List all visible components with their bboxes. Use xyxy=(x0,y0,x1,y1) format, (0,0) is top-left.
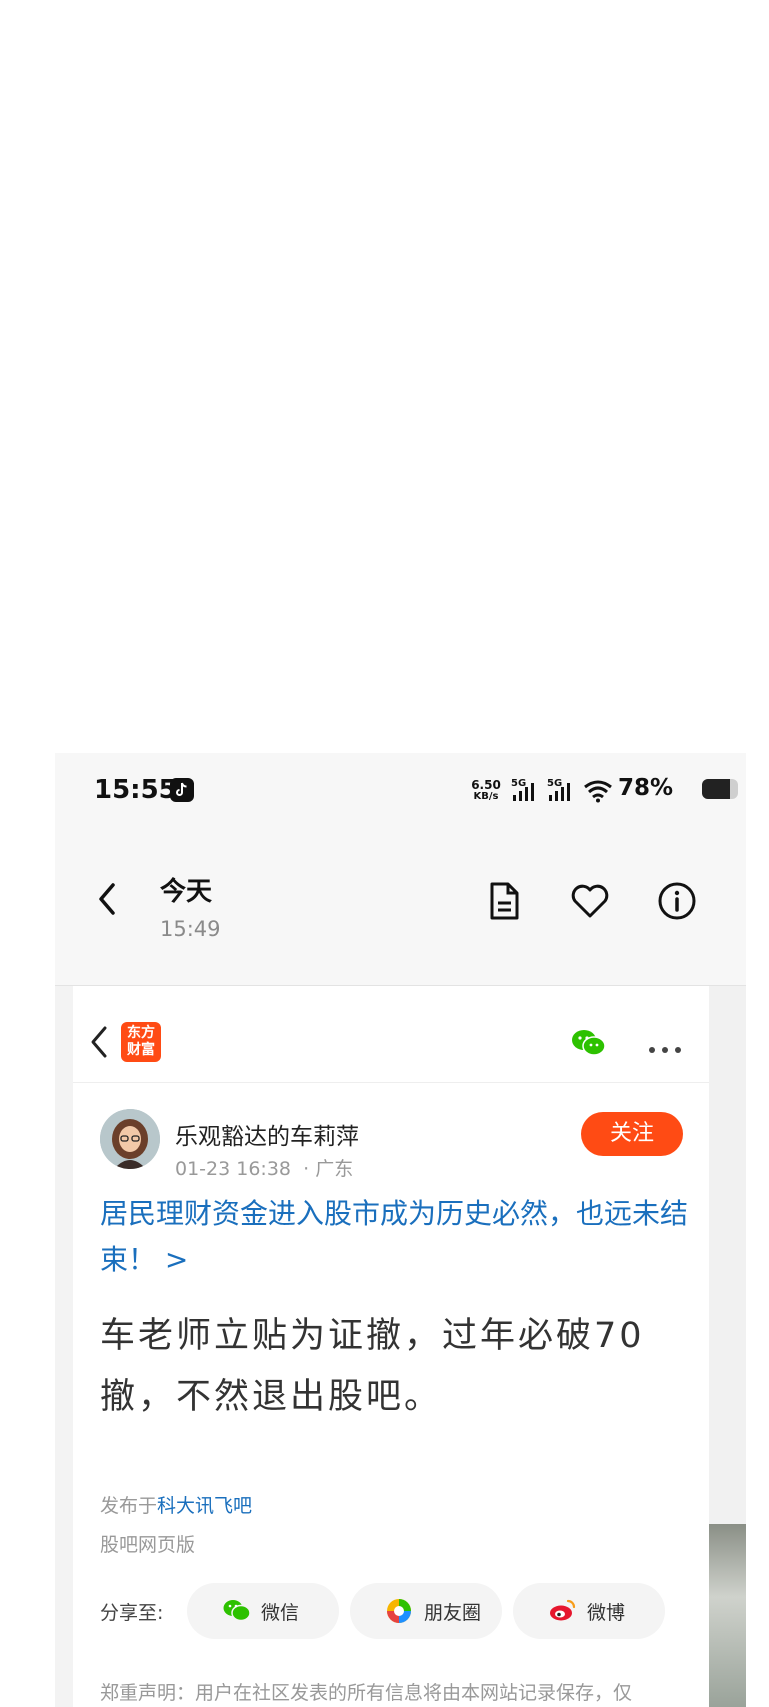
info-icon xyxy=(658,882,696,920)
wifi-icon xyxy=(583,779,613,807)
network-label-2: 5G xyxy=(547,778,562,789)
logo-line2: 财富 xyxy=(127,1042,155,1058)
tiktok-icon xyxy=(170,778,194,802)
info-button[interactable] xyxy=(655,879,699,923)
network-label-1: 5G xyxy=(511,778,526,789)
avatar[interactable] xyxy=(100,1109,160,1169)
web-header: 东方 财富 xyxy=(73,986,709,1083)
background-page-right xyxy=(709,986,746,1707)
logo-line1: 东方 xyxy=(127,1025,155,1041)
background-page-left xyxy=(55,986,73,1707)
follow-button[interactable]: 关注 xyxy=(581,1112,683,1156)
net-speed-value: 6.50 xyxy=(471,778,501,792)
webpage-card: 东方 财富 乐观豁达的车莉萍 01-23 16:38 · 广东 关注 居民理财资… xyxy=(73,986,709,1707)
page-title: 今天 xyxy=(160,877,213,907)
status-bar: 15:55 6.50 KB/s 5G 5G 78% xyxy=(55,753,746,829)
cellular-signal-2-icon: 5G xyxy=(547,777,577,807)
favorite-button[interactable] xyxy=(568,879,612,923)
author-name[interactable]: 乐观豁达的车莉萍 xyxy=(175,1117,359,1151)
battery-icon xyxy=(702,779,738,799)
share-row: 分享至: 微信 朋友圈 微博 xyxy=(100,1583,690,1639)
author-section: 乐观豁达的车莉萍 01-23 16:38 · 广东 关注 xyxy=(73,1083,709,1193)
wechat-icon xyxy=(223,1598,251,1626)
document-button[interactable] xyxy=(482,879,526,923)
post-meta: 01-23 16:38 · 广东 xyxy=(175,1154,353,1181)
source-label: 股吧网页版 xyxy=(100,1534,196,1556)
share-wechat-button[interactable]: 微信 xyxy=(187,1583,339,1639)
net-speed-unit: KB/s xyxy=(473,791,499,802)
background-photo xyxy=(709,1524,746,1707)
wechat-icon[interactable] xyxy=(571,1028,607,1062)
battery-fill xyxy=(702,779,731,799)
heart-icon xyxy=(571,884,609,918)
headline-link[interactable]: 居民理财资金进入股市成为历史必然，也远未结束！ > xyxy=(100,1191,690,1283)
back-button[interactable] xyxy=(95,881,125,921)
published-prefix: 发布于 xyxy=(100,1495,158,1517)
post-location: · 广东 xyxy=(303,1158,354,1180)
share-weibo-label: 微博 xyxy=(587,1602,626,1624)
share-moments-button[interactable]: 朋友圈 xyxy=(350,1583,502,1639)
disclaimer: 郑重声明：用户在社区发表的所有信息将由本网站记录保存，仅 xyxy=(100,1682,633,1704)
status-time: 15:55 xyxy=(94,775,177,805)
post-body: 车老师立贴为证撤，过年必破70撤，不然退出股吧。 xyxy=(100,1316,645,1417)
eastmoney-logo[interactable]: 东方 财富 xyxy=(121,1022,161,1062)
chevron-left-icon xyxy=(91,1026,107,1058)
share-label: 分享至: xyxy=(100,1602,164,1624)
page-subtitle-time: 15:49 xyxy=(160,917,221,941)
phone-screen: 15:55 6.50 KB/s 5G 5G 78% 今天 15:49 东方 财富… xyxy=(55,753,746,1707)
moments-icon xyxy=(386,1598,412,1628)
share-moments-label: 朋友圈 xyxy=(424,1602,482,1624)
post-date: 01-23 16:38 xyxy=(175,1158,292,1180)
more-options-icon[interactable] xyxy=(648,1039,682,1058)
share-weibo-button[interactable]: 微博 xyxy=(513,1583,665,1639)
cellular-signal-1-icon: 5G xyxy=(511,777,541,807)
net-speed: 6.50 KB/s xyxy=(468,779,504,803)
battery-percent: 78% xyxy=(618,775,674,801)
document-icon xyxy=(490,882,519,920)
top-nav-bar: 今天 15:49 xyxy=(55,829,746,984)
web-back-button[interactable] xyxy=(87,1024,111,1064)
chevron-left-icon xyxy=(99,883,115,915)
published-in: 发布于科大讯飞吧 xyxy=(100,1491,252,1518)
weibo-icon xyxy=(549,1598,577,1626)
forum-link[interactable]: 科大讯飞吧 xyxy=(157,1495,252,1517)
share-wechat-label: 微信 xyxy=(261,1602,300,1624)
